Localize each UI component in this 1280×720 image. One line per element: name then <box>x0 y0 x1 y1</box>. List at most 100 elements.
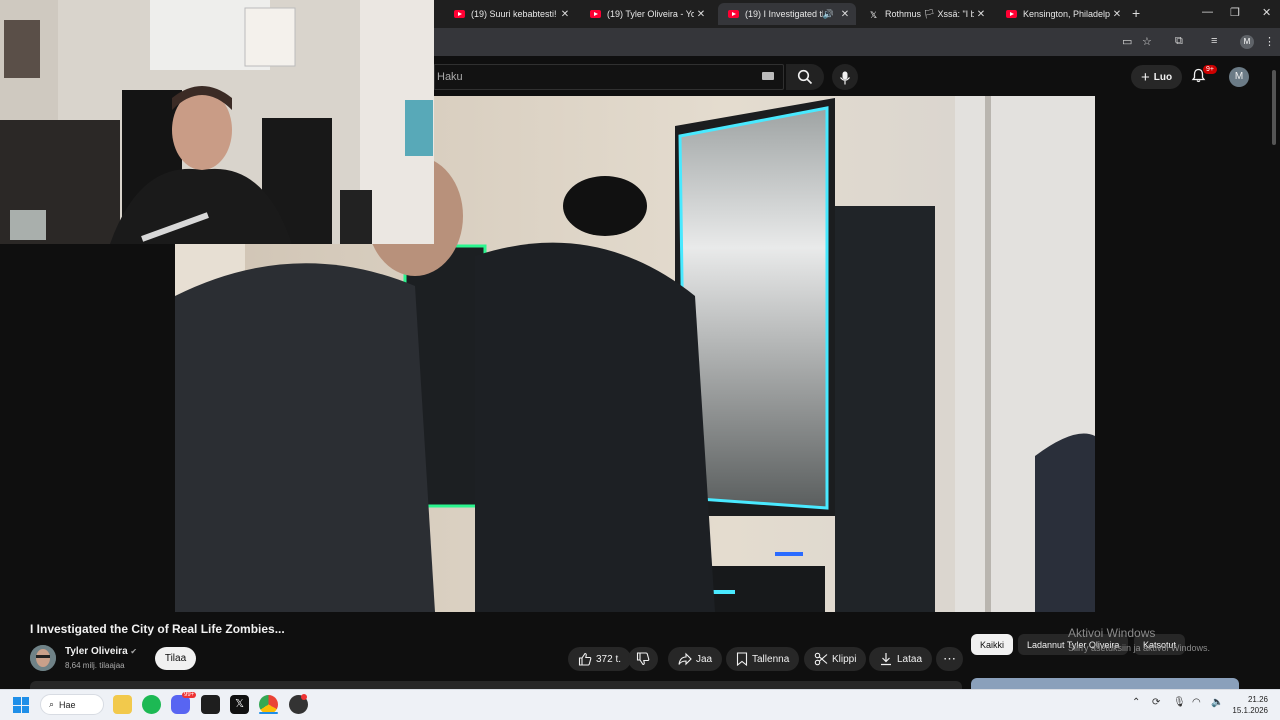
volume-icon[interactable]: 🔈 <box>1211 697 1223 708</box>
clock-date: 15.1.2026 <box>1232 706 1268 715</box>
create-button[interactable]: + Luo <box>1131 65 1183 89</box>
bookmark-star-icon[interactable]: ☆ <box>1142 35 1152 48</box>
more-actions-button[interactable]: ⋯ <box>936 647 963 671</box>
like-button[interactable]: 372 t. <box>568 647 632 671</box>
youtube-icon <box>454 10 465 18</box>
browser-profile-avatar[interactable]: M <box>1240 35 1254 49</box>
channel-name-label: Tyler Oliveira <box>65 646 128 657</box>
tab-strip: (19) Suuri kebabtesti! - Yo ✕ (19) Tyler… <box>434 0 1280 28</box>
x-app-icon[interactable]: 𝕏 <box>230 695 249 714</box>
voice-search-button[interactable] <box>832 64 858 90</box>
thumbs-down-icon <box>636 652 650 666</box>
screen: (19) Suuri kebabtesti! - Yo ✕ (19) Tyler… <box>0 0 1280 720</box>
channel-name[interactable]: Tyler Oliveira ✔ <box>65 646 137 657</box>
cast-icon[interactable]: ▭ <box>1122 35 1132 48</box>
tab-kebabtesti[interactable]: (19) Suuri kebabtesti! - Yo ✕ <box>444 3 576 25</box>
tab-kensington[interactable]: Kensington, Philadelphia, ✕ <box>996 3 1128 25</box>
close-icon[interactable]: ✕ <box>974 9 988 20</box>
youtube-icon <box>590 10 601 18</box>
discord-badge: 99+ <box>182 692 197 698</box>
share-label: Jaa <box>696 653 713 665</box>
chip-all[interactable]: Kaikki <box>971 634 1014 655</box>
close-icon[interactable]: ✕ <box>838 9 852 20</box>
channel-avatar-image <box>30 645 56 671</box>
start-windows-icon[interactable] <box>13 697 29 713</box>
search-icon <box>797 69 813 84</box>
page-scrollbar[interactable] <box>1272 70 1276 145</box>
more-horizontal-icon: ⋯ <box>943 651 956 666</box>
browser-menu-icon[interactable]: ⋮ <box>1264 35 1275 48</box>
close-window-icon[interactable]: ✕ <box>1262 6 1271 19</box>
close-icon[interactable]: ✕ <box>694 9 708 20</box>
active-app-indicator <box>259 712 278 714</box>
channel-avatar[interactable] <box>30 645 56 671</box>
tab-title: (19) I Investigated the <box>745 9 823 19</box>
new-tab-button[interactable]: + <box>1132 5 1140 21</box>
spotify-icon[interactable] <box>142 695 161 714</box>
media-controls-icon[interactable]: ≡ <box>1211 35 1217 47</box>
extensions-icon[interactable]: ⧉ <box>1175 35 1183 48</box>
share-button[interactable]: Jaa <box>668 647 723 671</box>
description-box[interactable] <box>30 681 962 689</box>
chevron-up-icon[interactable]: ⌃ <box>1132 697 1140 708</box>
notion-app-icon[interactable] <box>201 695 220 714</box>
clip-label: Klippi <box>832 653 857 665</box>
save-button[interactable]: Tallenna <box>726 647 800 671</box>
youtube-icon <box>728 10 739 18</box>
webcam-frame <box>0 0 434 244</box>
subscribe-button[interactable]: Tilaa <box>155 647 196 670</box>
youtube-icon <box>1006 10 1017 18</box>
download-icon <box>881 653 891 666</box>
restore-icon[interactable]: ❐ <box>1230 6 1240 19</box>
download-button[interactable]: Lataa <box>869 647 933 671</box>
taskbar-search[interactable]: ⌕ Hae <box>40 694 104 715</box>
tab-tyler-oliveira[interactable]: (19) Tyler Oliveira - YouTu ✕ <box>580 3 712 25</box>
tab-rothmus[interactable]: 𝕏 Rothmus 🏳 Xssä: "I beli ✕ <box>858 3 992 25</box>
network-icon[interactable]: ◠ <box>1192 697 1201 708</box>
youtube-header: Haku + Luo 9+ M <box>434 56 1270 96</box>
close-icon[interactable]: ✕ <box>1110 9 1124 20</box>
thumbs-up-icon <box>578 652 592 666</box>
recording-indicator <box>301 694 307 700</box>
taskbar-search-label: Hae <box>59 699 76 710</box>
webcam-overlay <box>0 0 434 244</box>
taskbar-clock[interactable]: 21.26 15.1.2026 <box>1232 694 1268 716</box>
search-icon: ⌕ <box>49 699 55 709</box>
create-label: Luo <box>1153 71 1173 83</box>
tab-title: Kensington, Philadelphia, <box>1023 9 1110 19</box>
x-icon: 𝕏 <box>869 10 878 20</box>
tab-title: (19) Tyler Oliveira - YouTu <box>607 9 694 19</box>
search-button[interactable] <box>786 64 824 90</box>
account-avatar[interactable]: M <box>1229 67 1249 87</box>
file-explorer-icon[interactable] <box>113 695 132 714</box>
save-label: Tallenna <box>752 653 790 665</box>
search-input[interactable]: Haku <box>434 64 784 90</box>
speaker-icon[interactable]: 🔊 <box>823 9 834 20</box>
clock-time: 21.26 <box>1247 695 1268 704</box>
share-icon <box>678 652 692 666</box>
tab-investigated-active[interactable]: (19) I Investigated the 🔊 ✕ <box>718 3 856 25</box>
tab-title: Rothmus 🏳 Xssä: "I beli <box>885 8 974 19</box>
clip-button[interactable]: Klippi <box>804 647 867 671</box>
download-label: Lataa <box>897 653 923 665</box>
microphone-icon <box>840 71 850 85</box>
keyboard-icon[interactable] <box>762 72 774 80</box>
dislike-button[interactable] <box>628 647 658 671</box>
verified-badge-icon: ✔ <box>130 647 138 656</box>
scissors-icon <box>814 652 828 666</box>
search-placeholder: Haku <box>437 71 463 83</box>
plus-icon: + <box>1141 68 1150 86</box>
video-title: I Investigated the City of Real Life Zom… <box>30 622 285 636</box>
subscriber-count: 8,64 milj. tilaajaa <box>65 661 125 670</box>
tab-title: (19) Suuri kebabtesti! - Yo <box>471 9 558 19</box>
microphone-tray-icon[interactable]: 🎙 <box>1173 697 1186 708</box>
bookmark-icon <box>736 652 748 666</box>
minimize-icon[interactable]: — <box>1202 6 1213 18</box>
sync-icon[interactable]: ⟳ <box>1152 697 1160 708</box>
windows-activation-title: Aktivoi Windows <box>1068 626 1156 640</box>
like-count: 372 t. <box>596 653 622 665</box>
windows-activation-subtitle: Siirry asetuksiin ja aktivoi Windows. <box>1068 643 1211 653</box>
notification-count-badge: 9+ <box>1203 65 1217 74</box>
close-icon[interactable]: ✕ <box>558 9 572 20</box>
browser-toolbar: ▭ ☆ ⧉ ≡ M ⋮ <box>434 28 1280 56</box>
